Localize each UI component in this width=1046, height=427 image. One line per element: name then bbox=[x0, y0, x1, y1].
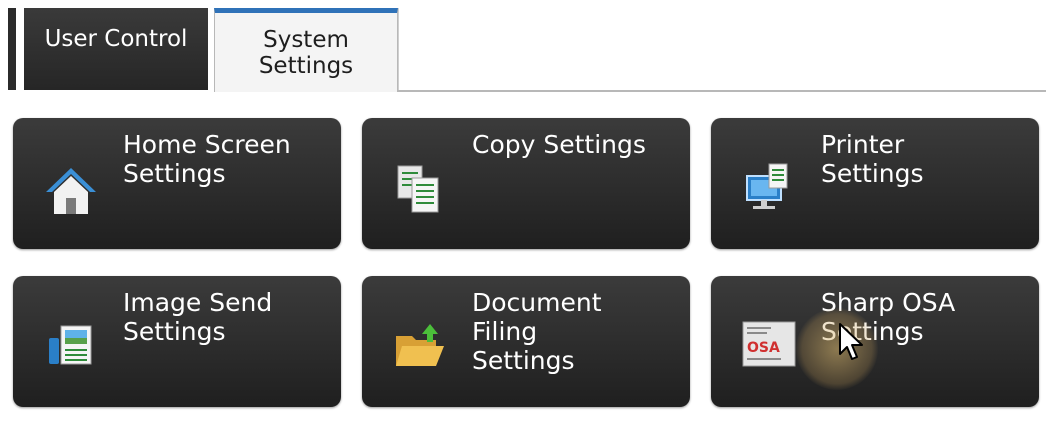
home-screen-settings-button[interactable]: Home Screen Settings bbox=[13, 118, 341, 249]
home-icon bbox=[46, 168, 96, 214]
tab-system-settings-label: System Settings bbox=[258, 27, 354, 79]
osa-icon-text: OSA bbox=[747, 340, 780, 356]
image-send-icon bbox=[49, 325, 92, 365]
tab-divider bbox=[398, 90, 1046, 92]
document-filing-icon bbox=[396, 324, 444, 366]
system-settings-page: User Control System Settings Home Screen… bbox=[0, 0, 1046, 427]
document-filing-settings-button[interactable]: Document Filing Settings bbox=[362, 276, 690, 407]
image-send-settings-button[interactable]: Image Send Settings bbox=[13, 276, 341, 407]
sharp-osa-icon: OSA bbox=[742, 321, 796, 367]
copy-settings-button[interactable]: Copy Settings bbox=[362, 118, 690, 249]
tab-bar: User Control System Settings bbox=[0, 0, 1046, 92]
sharp-osa-settings-label: Sharp OSA Settings bbox=[821, 288, 956, 346]
tab-system-settings[interactable]: System Settings bbox=[214, 8, 398, 92]
image-send-settings-label: Image Send Settings bbox=[123, 288, 273, 346]
copy-icon bbox=[397, 165, 439, 213]
tab-user-control-label: User Control bbox=[44, 26, 188, 52]
printer-icon bbox=[746, 163, 788, 209]
sharp-osa-settings-button[interactable]: OSA Sharp OSA Settings bbox=[711, 276, 1039, 407]
printer-settings-button[interactable]: Printer Settings bbox=[711, 118, 1039, 249]
document-filing-settings-label: Document Filing Settings bbox=[472, 288, 602, 375]
printer-settings-label: Printer Settings bbox=[821, 130, 924, 188]
tab-bar-background bbox=[398, 8, 1046, 90]
copy-settings-label: Copy Settings bbox=[472, 130, 646, 159]
tab-edge bbox=[8, 8, 16, 90]
home-screen-settings-label: Home Screen Settings bbox=[123, 130, 291, 188]
tab-user-control[interactable]: User Control bbox=[24, 8, 208, 90]
